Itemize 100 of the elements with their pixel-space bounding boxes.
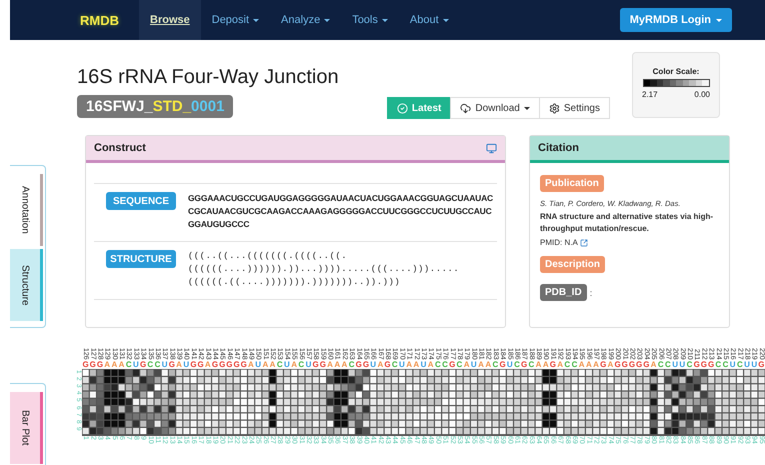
nucleotide-label: U bbox=[470, 360, 477, 369]
nucleotide-label: G bbox=[643, 360, 650, 369]
nucleotide-label: G bbox=[226, 360, 232, 369]
field-label: SEQUENCE bbox=[106, 192, 176, 210]
nucleotide-label: G bbox=[600, 360, 606, 369]
nucleotide-label: U bbox=[133, 360, 139, 369]
nav-link[interactable]: About bbox=[398, 0, 460, 40]
nucleotide-label: A bbox=[557, 360, 563, 369]
nucleotide-label: U bbox=[306, 360, 312, 369]
nucleotide-label: G bbox=[614, 360, 621, 369]
nucleotide-label: C bbox=[298, 360, 304, 369]
nucleotide-label: U bbox=[183, 360, 190, 369]
side-tab[interactable]: Structure bbox=[10, 249, 43, 321]
nucleotide-label: U bbox=[162, 360, 168, 369]
nucleotide-label: C bbox=[572, 360, 578, 369]
color-scale-bar bbox=[642, 79, 710, 87]
nucleotide-label: A bbox=[118, 360, 124, 369]
structure-text: (((..((...(((((((.((((..((.((((((....)))))).))...)))).....(((....))).....((((((.((....))))))).)))))))..)).))) bbox=[188, 250, 460, 289]
nucleotide-label: C bbox=[715, 360, 722, 369]
nucleotide-label: G bbox=[140, 360, 146, 369]
nucleotide-label: C bbox=[658, 360, 664, 369]
nav-link[interactable]: Analyze bbox=[270, 0, 342, 40]
nucleotide-label: A bbox=[464, 360, 470, 369]
nucleotide-label: C bbox=[442, 360, 448, 369]
nucleotide-label: C bbox=[514, 360, 520, 369]
description-label: Description bbox=[540, 256, 606, 273]
nucleotide-label: A bbox=[248, 360, 254, 369]
check-circle-icon bbox=[396, 102, 408, 114]
brand-logo[interactable]: RMDB bbox=[80, 12, 119, 28]
nucleotide-label: G bbox=[90, 360, 96, 369]
nucleotide-label: G bbox=[700, 360, 707, 369]
nucleotide-label: A bbox=[536, 360, 542, 369]
nucleotide-label: G bbox=[233, 360, 240, 369]
side-tab[interactable]: Bar Plot bbox=[10, 392, 43, 464]
nucleotide-label: A bbox=[650, 360, 656, 369]
nucleotide-label: C bbox=[665, 360, 671, 369]
nucleotide-label: G bbox=[628, 360, 636, 369]
nucleotide-label: A bbox=[478, 360, 484, 369]
nucleotide-label: G bbox=[190, 360, 197, 369]
nucleotide-label: G bbox=[636, 360, 642, 369]
pmid-text: PMID: N.A bbox=[540, 238, 578, 247]
color-scale-title: Color Scale: bbox=[652, 67, 700, 76]
toolbar-button[interactable]: Settings bbox=[538, 97, 610, 119]
nucleotide-label: C bbox=[722, 360, 728, 369]
nucleotide-label: A bbox=[262, 360, 268, 369]
nucleotide-label: A bbox=[377, 360, 384, 369]
nucleotide-label: A bbox=[586, 360, 592, 369]
nucleotide-label: G bbox=[449, 360, 456, 369]
nucleotide-label: G bbox=[312, 360, 319, 369]
nucleotide-label: C bbox=[392, 360, 398, 369]
nucleotide-label: A bbox=[176, 360, 182, 369]
nucleotide-label: U bbox=[730, 360, 736, 369]
nucleotide-label: U bbox=[255, 360, 262, 369]
paper-title: RNA structure and alternative states via high-throughput mutation/rescue. bbox=[540, 211, 714, 235]
nucleotide-label: A bbox=[578, 360, 585, 369]
nucleotide-label: C bbox=[686, 360, 692, 369]
nav-link[interactable]: Deposit bbox=[200, 0, 270, 40]
nucleotide-label: U bbox=[420, 360, 426, 369]
nucleotide-label: G bbox=[758, 360, 764, 369]
nucleotide-label: A bbox=[406, 360, 412, 369]
publication-label: Publication bbox=[540, 175, 604, 192]
nucleotide-label: C bbox=[154, 360, 160, 369]
page-title: 16S rRNA Four-Way Junction bbox=[77, 66, 339, 89]
external-link-icon[interactable] bbox=[580, 238, 588, 246]
toolbar-button[interactable]: Download bbox=[450, 97, 540, 119]
nucleotide-label: A bbox=[270, 360, 276, 369]
nucleotide-label: A bbox=[111, 360, 118, 369]
pdb-id-label: PDB_ID bbox=[540, 284, 587, 301]
nucleotide-label: G bbox=[384, 360, 391, 369]
nucleotide-label: G bbox=[82, 360, 89, 369]
nucleotide-label: A bbox=[204, 360, 211, 369]
nucleotide-label: A bbox=[327, 360, 333, 369]
nucleotide-label: G bbox=[168, 360, 175, 369]
nucleotide-label: A bbox=[428, 360, 434, 369]
nucleotide-label: U bbox=[399, 360, 405, 369]
field-label: STRUCTURE bbox=[106, 250, 176, 268]
nav-link[interactable]: Browse bbox=[139, 0, 201, 40]
nucleotide-label: A bbox=[334, 360, 340, 369]
nucleotide-label: G bbox=[356, 360, 362, 369]
nucleotide-label: G bbox=[694, 360, 700, 369]
nucleotide-label: C bbox=[434, 360, 441, 369]
nucleotide-label: G bbox=[198, 360, 204, 369]
nucleotide-label: A bbox=[593, 360, 599, 369]
nucleotide-label: C bbox=[456, 360, 462, 369]
nucleotide-label: G bbox=[96, 360, 104, 369]
nucleotide-label: C bbox=[348, 360, 354, 369]
monitor-icon[interactable] bbox=[486, 142, 497, 154]
nucleotide-label: G bbox=[212, 360, 218, 369]
nav-link[interactable]: Tools bbox=[341, 0, 399, 40]
panel-title: Construct bbox=[94, 142, 146, 154]
nucleotide-label: U bbox=[284, 360, 290, 369]
nucleotide-label: C bbox=[276, 360, 283, 369]
nucleotide-label: G bbox=[499, 360, 506, 369]
nucleotide-label: U bbox=[506, 360, 513, 369]
nucleotide-label: C bbox=[492, 360, 498, 369]
nucleotide-label: G bbox=[240, 360, 247, 369]
nucleotide-label: U bbox=[370, 360, 376, 369]
settings-icon bbox=[548, 102, 560, 114]
entry-id-badge: 16SFWJ_STD_0001 bbox=[77, 95, 234, 118]
sequence-text: GGGAAACUGCCUGAUGGAGGGGGAUAACUACUGGAAACGGUAGCUAAUACCGCAUAACGUCGCAAGACCAAAGAGGGGGACCUUCGGGCCUCUUGCCAUCGGAUGUGCCC bbox=[188, 192, 494, 231]
